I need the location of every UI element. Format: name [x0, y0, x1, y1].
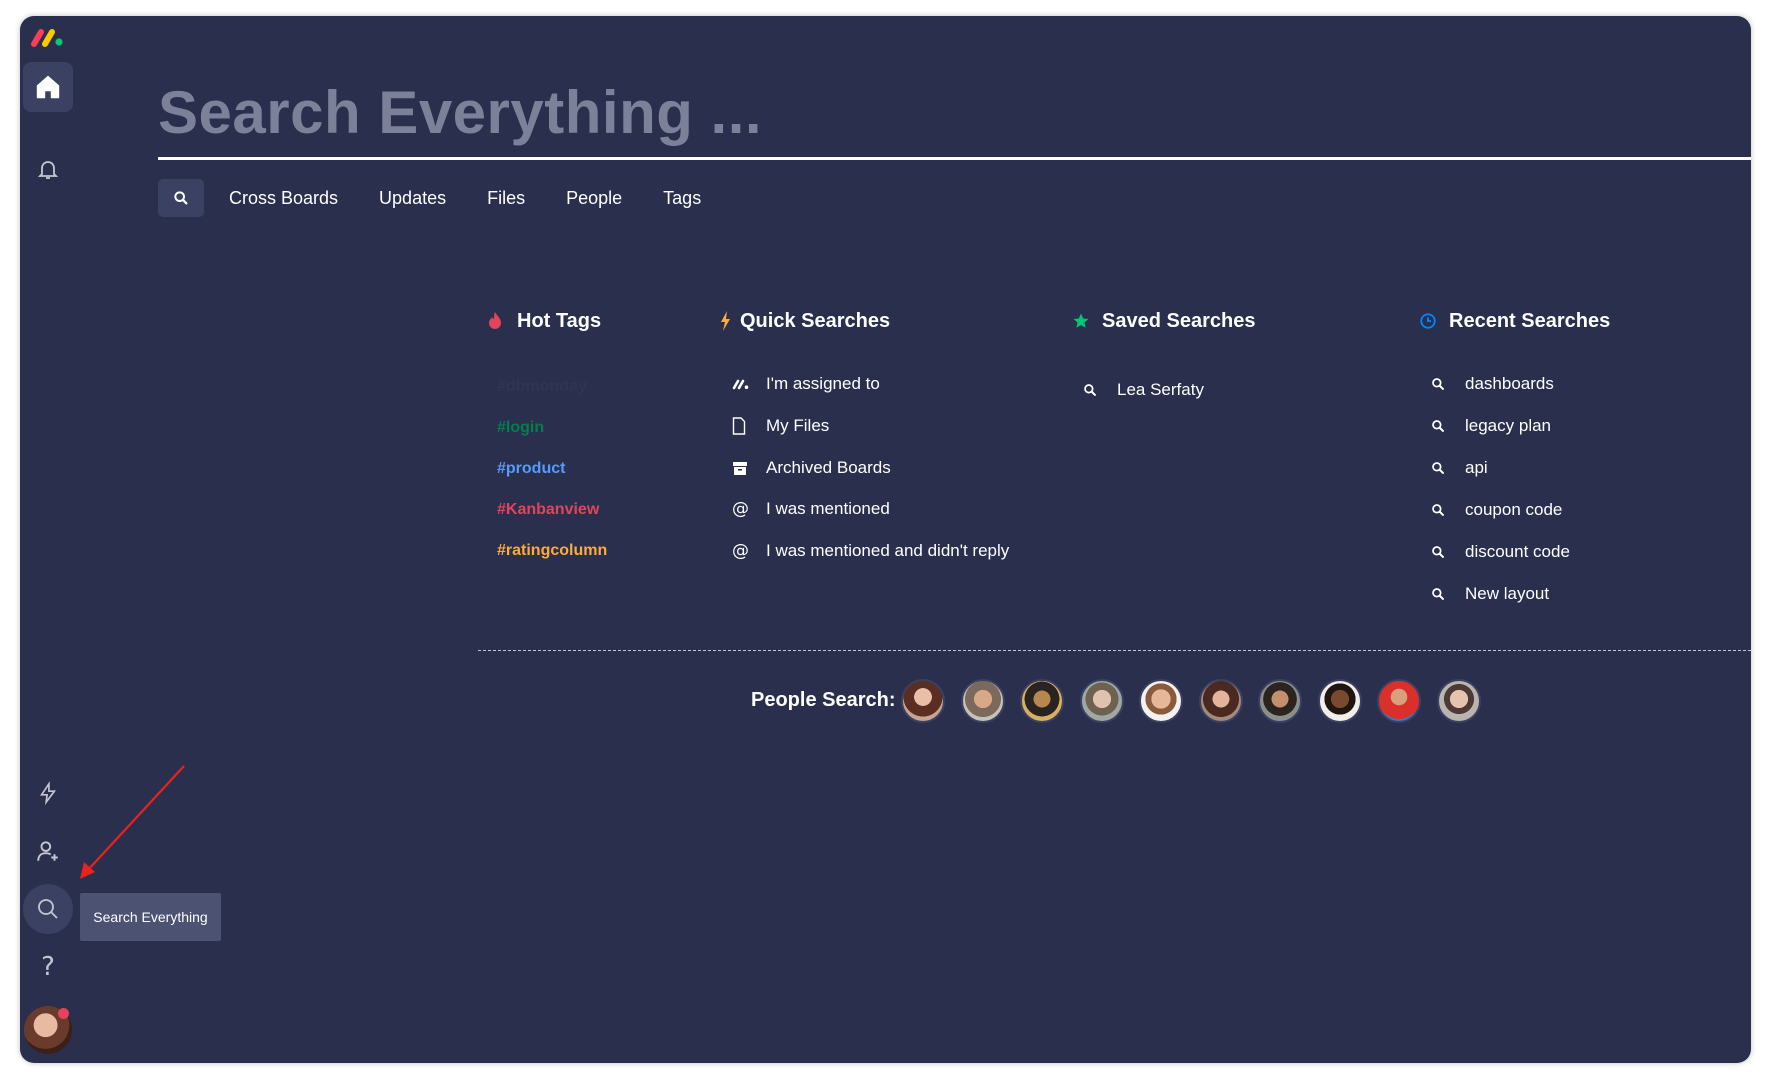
clock-icon [1419, 312, 1443, 330]
person-avatar[interactable] [1020, 679, 1064, 723]
add-user-icon [37, 841, 58, 861]
hot-tags-title: Hot Tags [517, 309, 602, 332]
star-icon [1072, 312, 1096, 330]
person-avatar[interactable] [901, 679, 945, 723]
monday-logo-icon[interactable] [30, 22, 70, 52]
quick-searches-section: Quick Searches [720, 306, 890, 336]
search-icon [1431, 416, 1455, 436]
section-divider [478, 650, 1751, 651]
saved-search-item[interactable]: Lea Serfaty [1083, 380, 1204, 400]
quick-search-label: My Files [766, 416, 830, 435]
search-icon [1431, 374, 1455, 394]
recent-searches-section: Recent Searches [1419, 306, 1610, 336]
tag-item[interactable]: #ratingcolumn [497, 542, 607, 560]
quick-search-item[interactable]: My Files [732, 416, 829, 436]
search-everything-button[interactable] [23, 884, 73, 934]
tab-files[interactable]: Files [487, 188, 525, 209]
tag-item[interactable]: #product [497, 460, 565, 478]
recent-search-label: api [1465, 458, 1488, 477]
search-underline [158, 157, 1751, 160]
recent-search-label: coupon code [1465, 500, 1563, 519]
tooltip: Search Everything [80, 893, 221, 941]
person-avatar[interactable] [1079, 679, 1124, 723]
tab-updates[interactable]: Updates [379, 188, 446, 209]
at-icon: @ [732, 499, 749, 519]
recent-search-label: legacy plan [1465, 416, 1552, 435]
tab-people[interactable]: People [566, 188, 622, 209]
lightning-icon [40, 781, 57, 805]
recent-search-label: New layout [1465, 584, 1550, 603]
invite-members-button[interactable] [23, 826, 73, 876]
at-icon: @ [732, 541, 749, 561]
quick-search-label: Archived Boards [766, 458, 891, 477]
recent-search-item[interactable]: api [1431, 458, 1488, 478]
quick-search-label: I was mentioned and didn't reply [766, 541, 1010, 560]
home-button[interactable] [23, 62, 73, 112]
recent-search-item[interactable]: coupon code [1431, 500, 1562, 520]
person-avatar[interactable] [960, 679, 1005, 723]
people-search-label: People Search: [751, 689, 896, 711]
saved-searches-title: Saved Searches [1102, 309, 1256, 332]
search-icon [174, 191, 188, 205]
hot-tags-header: Hot Tags [487, 306, 601, 336]
archive-icon [732, 458, 756, 478]
saved-search-label: Lea Serfaty [1117, 380, 1204, 399]
quick-search-item[interactable]: @ I was mentioned [732, 499, 890, 519]
tab-cross-boards[interactable]: Cross Boards [229, 188, 338, 209]
quick-search-item[interactable]: I'm assigned to [732, 374, 880, 394]
search-icon [38, 899, 58, 919]
recent-search-label: discount code [1465, 542, 1570, 561]
search-icon [1431, 500, 1455, 520]
quick-searches-title: Quick Searches [740, 309, 891, 332]
recent-search-item[interactable]: dashboards [1431, 374, 1554, 394]
tag-item[interactable]: #dbmonday [497, 378, 587, 396]
person-avatar[interactable] [1317, 679, 1362, 723]
recent-searches-header: Recent Searches [1419, 306, 1610, 336]
quick-search-label: I'm assigned to [766, 374, 880, 393]
person-avatar[interactable] [1436, 679, 1481, 723]
people-avatars [901, 679, 1496, 723]
person-avatar[interactable] [1139, 679, 1183, 723]
file-icon [732, 416, 756, 436]
fire-icon [487, 311, 511, 331]
recent-searches-title: Recent Searches [1449, 309, 1611, 332]
quick-search-label: I was mentioned [766, 499, 890, 518]
lightning-icon [720, 311, 734, 331]
bell-icon [37, 161, 59, 179]
left-sidebar: ? [20, 16, 76, 1063]
saved-searches-header: Saved Searches [1072, 306, 1255, 336]
notification-dot [58, 1008, 69, 1019]
hot-tags-section: Hot Tags [487, 306, 601, 336]
filter-bar: Cross Boards Updates Files People Tags [158, 179, 701, 217]
quick-search-item[interactable]: @ I was mentioned and didn't reply [732, 541, 1009, 561]
person-avatar[interactable] [1258, 679, 1302, 723]
search-input[interactable]: Search Everything ... [158, 78, 762, 147]
saved-searches-section: Saved Searches [1072, 306, 1255, 336]
app-window: ? Search Everything Search Everything ..… [20, 16, 1751, 1063]
search-icon [1431, 458, 1455, 478]
home-icon [36, 75, 60, 99]
filter-search-button[interactable] [158, 179, 204, 217]
search-icon [1431, 542, 1455, 562]
search-icon [1431, 584, 1455, 604]
search-icon [1083, 380, 1107, 400]
tag-item[interactable]: #Kanbanview [497, 501, 599, 519]
recent-search-item[interactable]: discount code [1431, 542, 1570, 562]
user-avatar[interactable] [24, 1006, 72, 1054]
help-button[interactable]: ? [23, 942, 73, 992]
monday-logo-icon [732, 374, 756, 394]
person-avatar[interactable] [1198, 679, 1243, 723]
recent-search-item[interactable]: legacy plan [1431, 416, 1551, 436]
integrations-button[interactable] [23, 768, 73, 818]
tab-tags[interactable]: Tags [663, 188, 701, 209]
question-mark-icon: ? [41, 952, 55, 982]
notifications-button[interactable] [23, 144, 73, 194]
quick-search-item[interactable]: Archived Boards [732, 458, 891, 478]
tag-item[interactable]: #login [497, 419, 544, 437]
quick-searches-header: Quick Searches [720, 306, 890, 336]
recent-search-item[interactable]: New layout [1431, 584, 1549, 604]
person-avatar[interactable] [1377, 679, 1421, 723]
recent-search-label: dashboards [1465, 374, 1554, 393]
